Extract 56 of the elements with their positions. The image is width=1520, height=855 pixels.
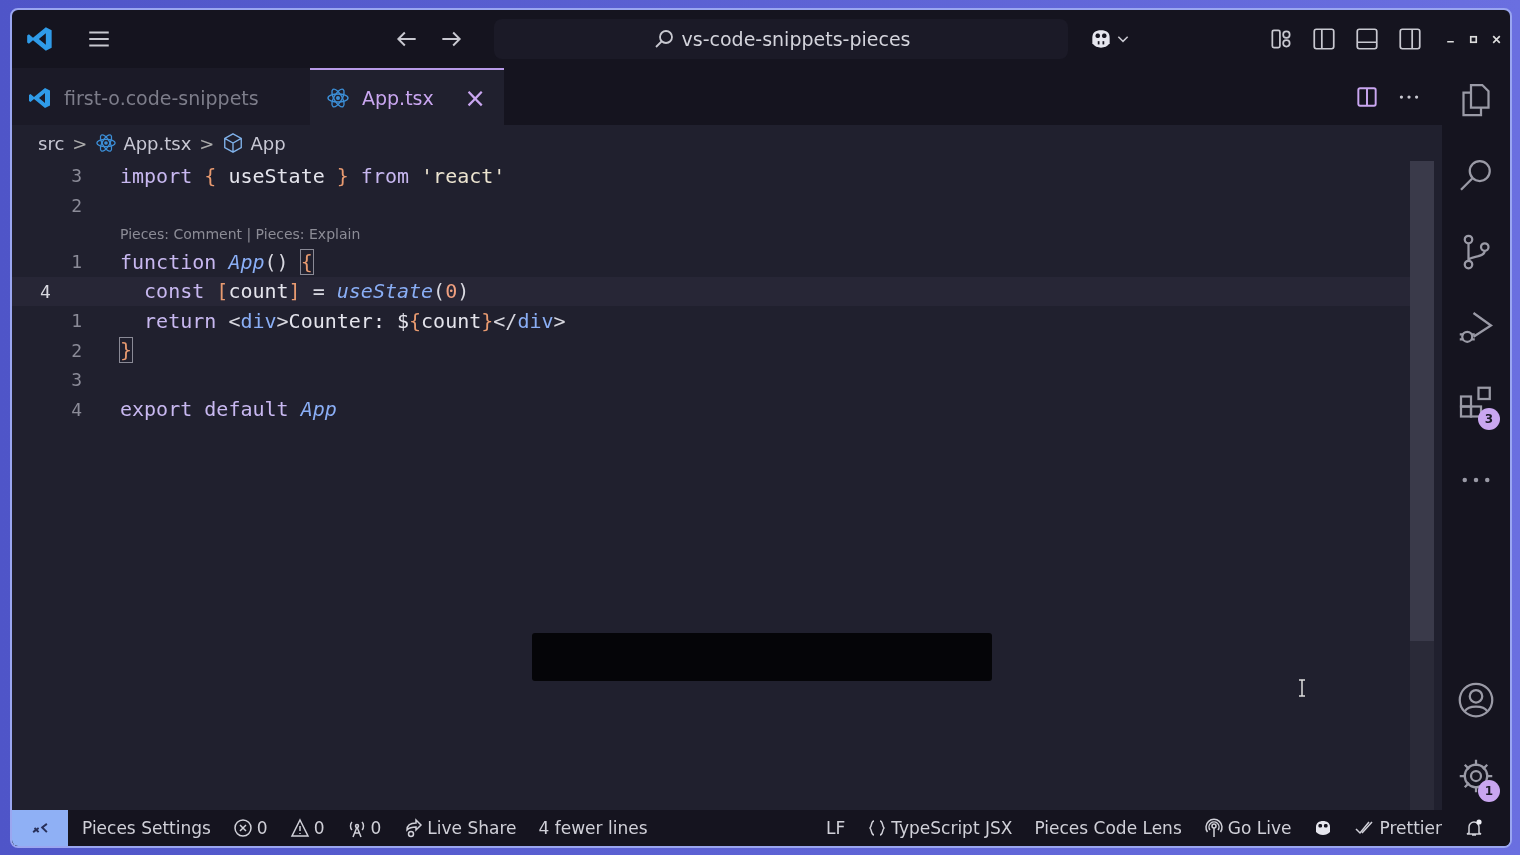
- layout-icon[interactable]: [1268, 26, 1294, 52]
- breadcrumb-separator: >: [72, 132, 88, 154]
- close-tab-button[interactable]: ×: [464, 82, 486, 113]
- status-item[interactable]: Pieces Settings: [82, 818, 211, 838]
- account-icon[interactable]: [1456, 680, 1496, 720]
- bell-icon[interactable]: [1464, 818, 1484, 838]
- code-line: }: [120, 338, 133, 363]
- breadcrumb-separator: >: [199, 132, 215, 154]
- share-icon[interactable]: [403, 818, 424, 838]
- status-item[interactable]: Pieces Code Lens: [1034, 818, 1182, 838]
- notification-badge: 1: [1478, 780, 1500, 802]
- line-number: 4: [70, 398, 82, 420]
- vscode-logo-icon[interactable]: [26, 25, 54, 53]
- editor-tab[interactable]: first-o.code-snippets: [12, 68, 310, 125]
- scrollbar-thumb[interactable]: [1410, 161, 1434, 641]
- code-line: export default App: [120, 397, 337, 422]
- maximize-icon[interactable]: [1468, 33, 1479, 45]
- code-line: const [count] = useState(0): [143, 279, 470, 304]
- status-item[interactable]: 4 fewer lines: [538, 818, 648, 838]
- line-number: 4: [39, 280, 52, 302]
- line-number: 2: [70, 194, 82, 216]
- status-item[interactable]: 0: [370, 818, 382, 838]
- breadcrumb-item[interactable]: App.tsx: [123, 132, 192, 154]
- status-item[interactable]: Prettier: [1379, 818, 1442, 838]
- close-icon[interactable]: [1491, 33, 1502, 45]
- line-number: 1: [70, 251, 82, 273]
- code-line: function App() {: [120, 249, 313, 274]
- status-item[interactable]: Go Live: [1227, 818, 1292, 838]
- editor-tab[interactable]: App.tsx ×: [310, 68, 504, 125]
- code-lens[interactable]: Pieces: Comment | Pieces: Explain: [120, 225, 361, 242]
- cube-icon: [222, 132, 245, 154]
- status-item[interactable]: Live Share: [427, 818, 517, 838]
- sidebar-left-icon[interactable]: [1311, 26, 1337, 52]
- vscode-logo-icon: [28, 85, 52, 110]
- code-line: import { useState } from 'react': [120, 163, 506, 188]
- error-icon[interactable]: [232, 818, 253, 838]
- line-number: 2: [70, 339, 82, 361]
- notification-badge: 3: [1478, 408, 1500, 430]
- code-line: return <div>Counter: ${count}</div>: [143, 308, 566, 333]
- text-cursor-icon: [1297, 678, 1307, 698]
- status-item[interactable]: LF: [825, 818, 846, 838]
- broadcast-icon[interactable]: [1203, 818, 1224, 838]
- status-item[interactable]: TypeScript JSX: [891, 818, 1013, 838]
- sidebar-right-icon[interactable]: [1397, 26, 1423, 52]
- status-item[interactable]: 0: [313, 818, 325, 838]
- breadcrumb-item[interactable]: src: [38, 132, 65, 154]
- react-icon: [326, 85, 350, 110]
- status-item[interactable]: 0: [256, 818, 268, 838]
- warning-icon[interactable]: [289, 818, 310, 838]
- breadcrumb-item[interactable]: App: [250, 132, 286, 154]
- line-number: 3: [70, 165, 82, 187]
- line-number: 3: [70, 369, 82, 391]
- remote-button[interactable]: [12, 810, 68, 846]
- panel-icon[interactable]: [1354, 26, 1380, 52]
- line-number: 1: [70, 310, 82, 332]
- react-icon: [95, 132, 118, 154]
